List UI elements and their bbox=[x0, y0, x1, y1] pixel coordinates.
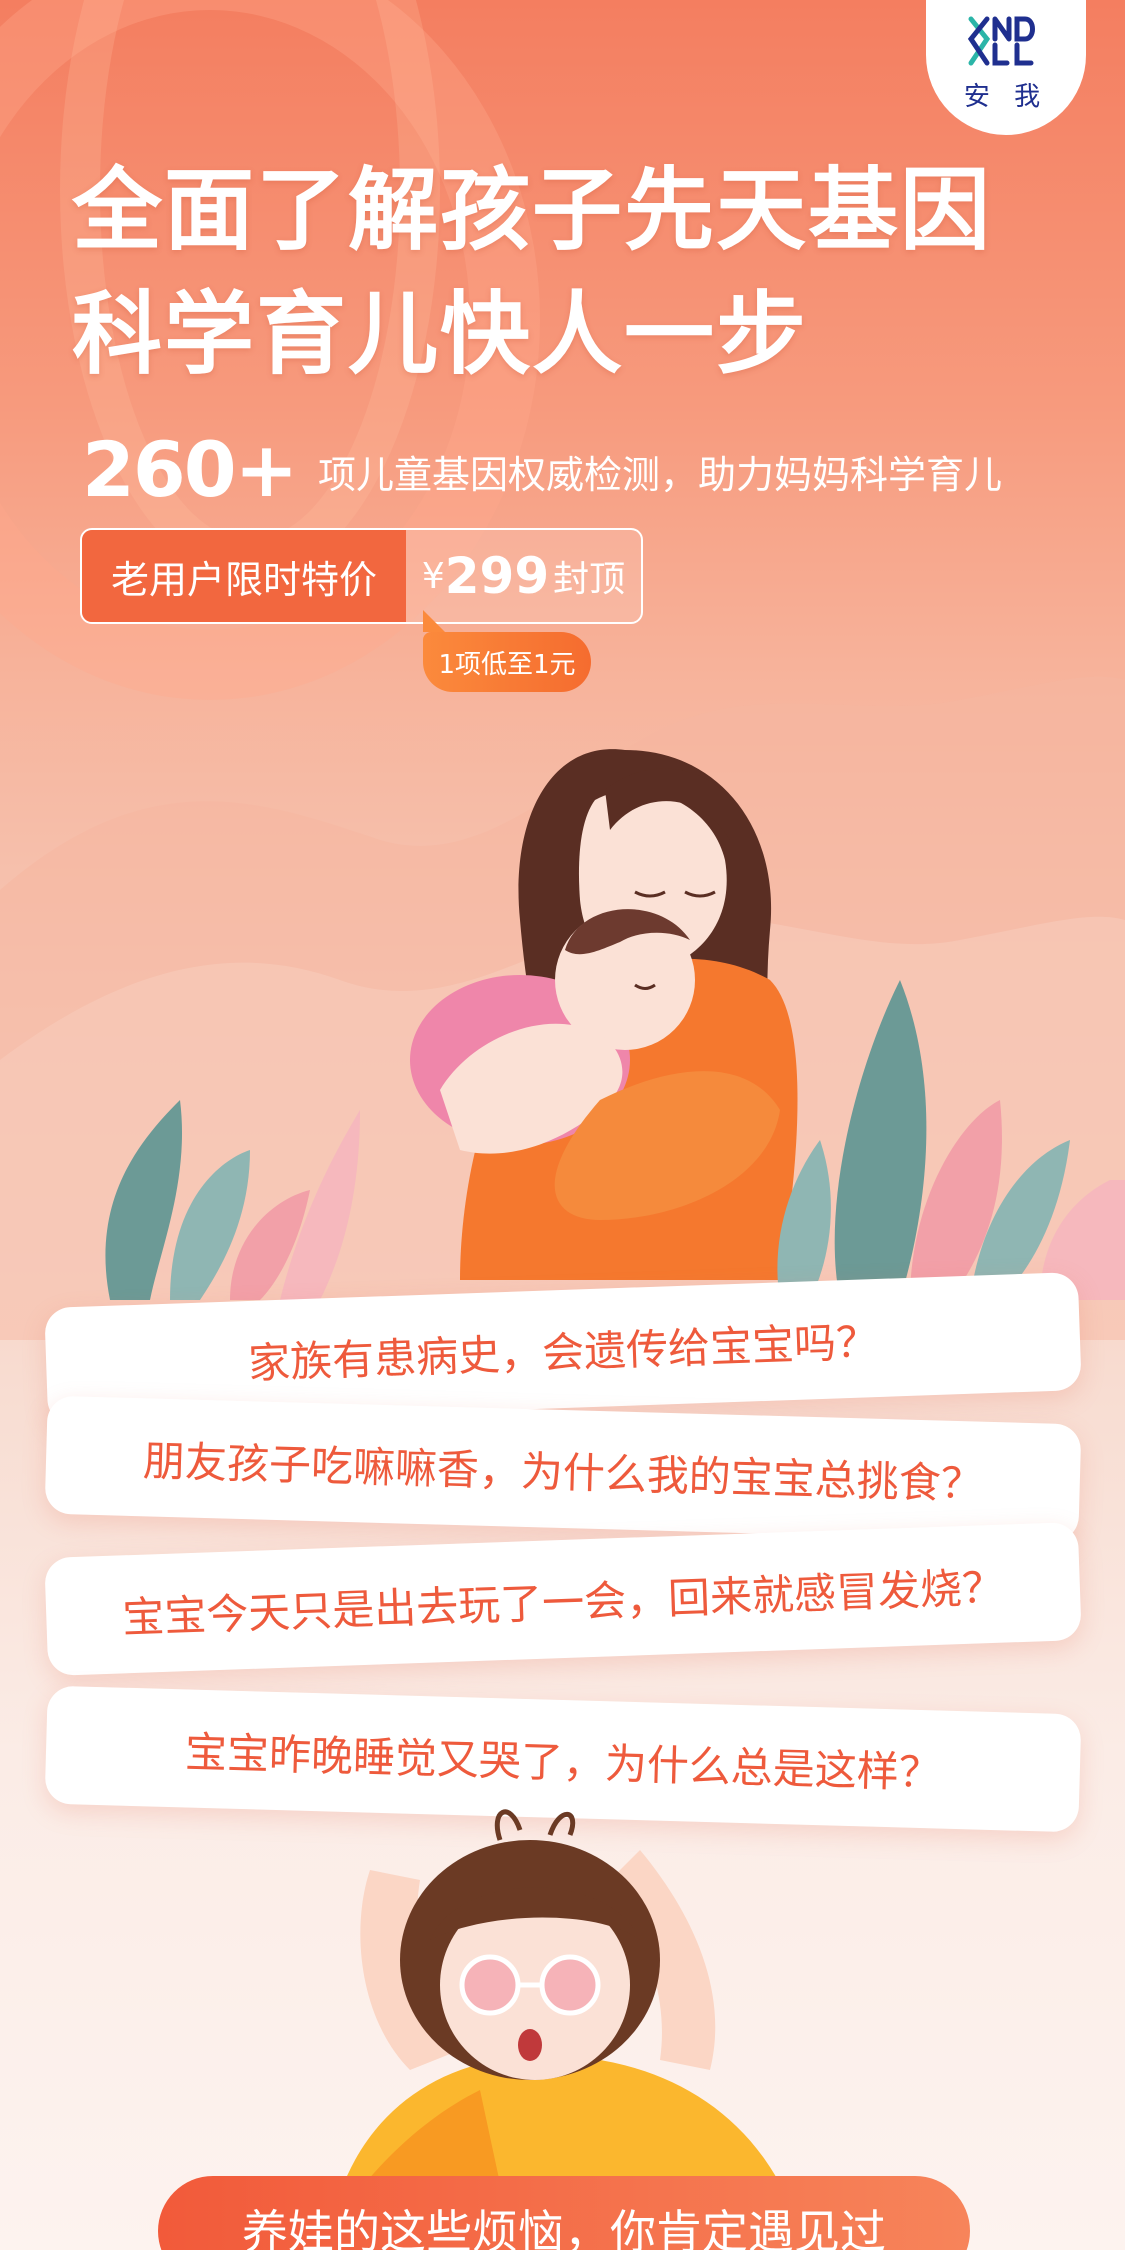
logo-mark bbox=[967, 15, 1045, 72]
test-count: 260+ bbox=[82, 425, 298, 514]
page: 安 我 全面了解孩子先天基因 科学育儿快人一步 260+ 项儿童基因权威检测，助… bbox=[0, 0, 1125, 2250]
headline-line-2: 科学育儿快人一步 bbox=[72, 282, 808, 387]
worried-mother-illustration bbox=[330, 1809, 800, 2230]
dna-logo-icon bbox=[967, 16, 1035, 66]
currency-symbol: ¥ bbox=[421, 555, 445, 597]
question-card[interactable]: 朋友孩子吃嘛嘛香，为什么我的宝宝总挑食？ bbox=[44, 1395, 1082, 1543]
headline-line-1: 全面了解孩子先天基因 bbox=[72, 158, 992, 263]
question-text: 家族有患病史，会遗传给宝宝吗？ bbox=[247, 1316, 879, 1388]
price-amount: 299 bbox=[444, 547, 550, 605]
logo-text: 安 我 bbox=[963, 82, 1049, 112]
brand-logo[interactable]: 安 我 bbox=[926, 0, 1086, 135]
price-value: ¥ 299 封顶 bbox=[406, 530, 641, 622]
question-text: 朋友孩子吃嘛嘛香，为什么我的宝宝总挑食？ bbox=[142, 1435, 984, 1509]
question-text: 宝宝昨晚睡觉又哭了，为什么总是这样？ bbox=[184, 1726, 942, 1798]
price-suffix: 封顶 bbox=[553, 559, 626, 600]
price-label: 老用户限时特价 bbox=[82, 530, 406, 622]
test-count-description: 项儿童基因权威检测，助力妈妈科学育儿 bbox=[318, 453, 1003, 497]
question-text: 宝宝今天只是出去玩了一会，回来就感冒发烧？ bbox=[121, 1562, 1005, 1642]
price-box[interactable]: 老用户限时特价 ¥ 299 封顶 bbox=[80, 528, 643, 624]
question-card[interactable]: 宝宝今天只是出去玩了一会，回来就感冒发烧？ bbox=[44, 1521, 1082, 1677]
footer-banner-button[interactable]: 养娃的这些烦恼，你肯定遇见过 bbox=[158, 2176, 970, 2250]
mother-holding-baby-illustration bbox=[105, 749, 1125, 1300]
